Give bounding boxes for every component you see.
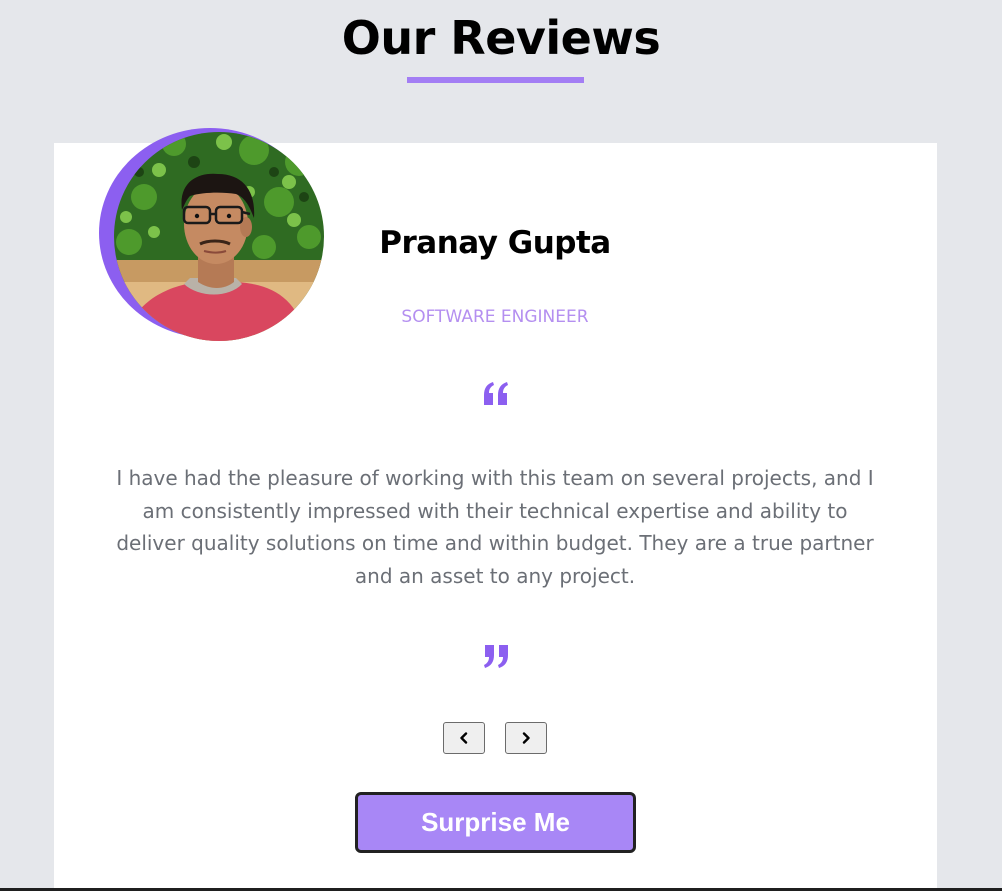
reviewer-name: Pranay Gupta xyxy=(379,225,611,261)
avatar-photo xyxy=(114,132,324,341)
surprise-me-button[interactable]: Surprise Me xyxy=(355,792,636,853)
chevron-right-icon xyxy=(522,732,530,744)
reviews-page: Our Reviews Pranay Gupta SOFTWARE ENGINE… xyxy=(0,0,1002,891)
quote-left-icon xyxy=(484,382,508,405)
reviewer-job-title: SOFTWARE ENGINEER xyxy=(401,307,589,327)
quote-right-icon xyxy=(484,645,508,668)
review-text: I have had the pleasure of working with … xyxy=(116,466,874,588)
title-underline xyxy=(407,77,584,83)
chevron-left-icon xyxy=(460,732,468,744)
prev-review-button[interactable] xyxy=(443,722,485,754)
next-review-button[interactable] xyxy=(505,722,547,754)
avatar xyxy=(114,132,324,341)
page-title: Our Reviews xyxy=(341,11,661,65)
